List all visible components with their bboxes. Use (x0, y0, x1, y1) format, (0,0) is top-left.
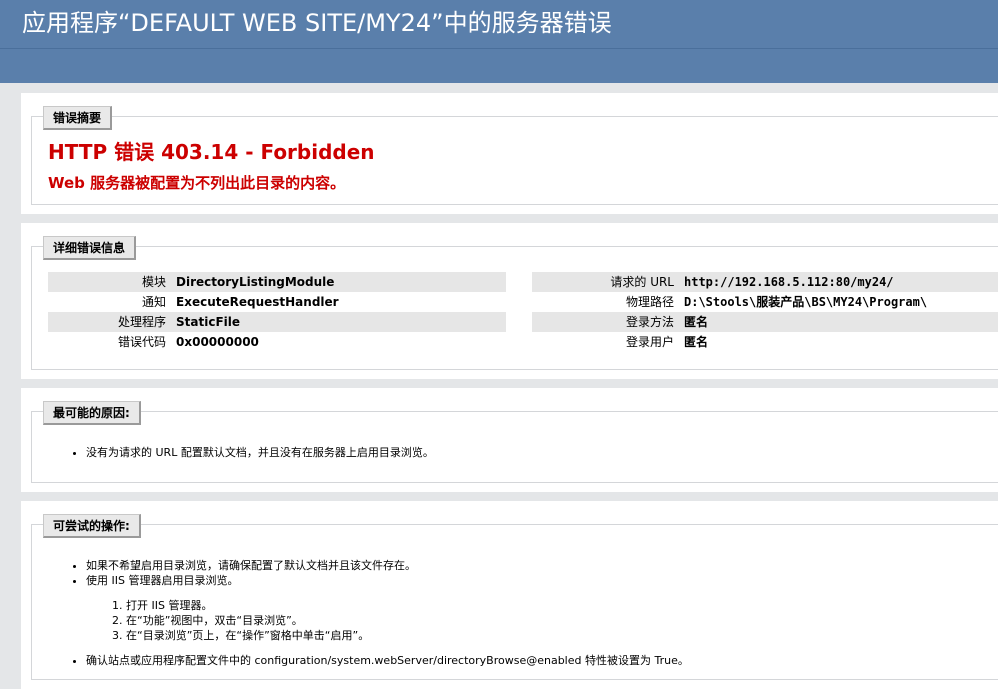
page-title: 应用程序“DEFAULT WEB SITE/MY24”中的服务器错误 (22, 9, 612, 37)
detail-row-logon-method: 登录方法 匿名 (532, 312, 998, 332)
causes-list: 没有为请求的 URL 配置默认文档，并且没有在服务器上启用目录浏览。 (68, 445, 434, 460)
page-header: 应用程序“DEFAULT WEB SITE/MY24”中的服务器错误 (0, 0, 998, 49)
list-item: 使用 IIS 管理器启用目录浏览。 打开 IIS 管理器。 在“功能”视图中，双… (86, 573, 689, 643)
detail-label: 物理路径 (625, 295, 674, 309)
error-details-tab: 详细错误信息 (43, 236, 137, 260)
detail-label: 处理程序 (117, 315, 166, 329)
detail-row-handler: 处理程序 StaticFile (48, 312, 506, 332)
detail-row-logon-user: 登录用户 匿名 (532, 332, 998, 352)
detail-value: StaticFile (176, 315, 241, 329)
detail-label: 登录方法 (625, 315, 674, 329)
error-details-panel: 详细错误信息 模块 DirectoryListingModule 通知 Exec… (21, 223, 998, 379)
step-item: 在“目录浏览”页上，在“操作”窗格中单击“启用”。 (126, 628, 689, 643)
details-right-table: 请求的 URL http://192.168.5.112:80/my24/ 物理… (532, 272, 998, 352)
detail-row-physical-path: 物理路径 D:\Stools\服装产品\BS\MY24\Program\ (532, 292, 998, 312)
detail-label: 模块 (141, 275, 166, 289)
things-to-try-panel: 可尝试的操作: 如果不希望启用目录浏览，请确保配置了默认文档并且该文件存在。 使… (21, 501, 998, 689)
list-item-text: 使用 IIS 管理器启用目录浏览。 (86, 574, 239, 587)
actions-list: 如果不希望启用目录浏览，请确保配置了默认文档并且该文件存在。 使用 IIS 管理… (68, 558, 689, 668)
step-item: 打开 IIS 管理器。 (126, 598, 689, 613)
detail-value: 0x00000000 (176, 335, 259, 349)
list-item: 确认站点或应用程序配置文件中的 configuration/system.web… (86, 653, 689, 668)
detail-label: 错误代码 (117, 335, 166, 349)
header-band (0, 49, 998, 83)
likely-causes-tab: 最可能的原因: (43, 401, 141, 425)
detail-value: D:\Stools\服装产品\BS\MY24\Program\ (684, 295, 928, 309)
detail-row-request-url: 请求的 URL http://192.168.5.112:80/my24/ (532, 272, 998, 292)
detail-value: http://192.168.5.112:80/my24/ (684, 275, 894, 289)
step-item: 在“功能”视图中，双击“目录浏览”。 (126, 613, 689, 628)
error-summary-tab: 错误摘要 (43, 106, 113, 130)
steps-list: 打开 IIS 管理器。 在“功能”视图中，双击“目录浏览”。 在“目录浏览”页上… (86, 598, 689, 643)
error-title: HTTP 错误 403.14 - Forbidden (48, 140, 375, 164)
detail-value: 匿名 (684, 335, 709, 349)
content-area: 错误摘要 HTTP 错误 403.14 - Forbidden Web 服务器被… (0, 83, 998, 689)
detail-label: 通知 (141, 295, 166, 309)
detail-row-error-code: 错误代码 0x00000000 (48, 332, 506, 352)
likely-causes-panel: 最可能的原因: 没有为请求的 URL 配置默认文档，并且没有在服务器上启用目录浏… (21, 388, 998, 492)
details-left-table: 模块 DirectoryListingModule 通知 ExecuteRequ… (48, 272, 506, 352)
things-to-try-tab: 可尝试的操作: (43, 514, 141, 538)
detail-row-module: 模块 DirectoryListingModule (48, 272, 506, 292)
detail-value: ExecuteRequestHandler (176, 295, 339, 309)
error-message: Web 服务器被配置为不列出此目录的内容。 (48, 174, 346, 192)
list-item: 如果不希望启用目录浏览，请确保配置了默认文档并且该文件存在。 (86, 558, 689, 573)
detail-label: 请求的 URL (610, 275, 674, 289)
detail-value: 匿名 (684, 315, 709, 329)
detail-value: DirectoryListingModule (176, 275, 335, 289)
error-summary-panel: 错误摘要 HTTP 错误 403.14 - Forbidden Web 服务器被… (21, 93, 998, 214)
detail-row-notification: 通知 ExecuteRequestHandler (48, 292, 506, 312)
list-item: 没有为请求的 URL 配置默认文档，并且没有在服务器上启用目录浏览。 (86, 445, 434, 460)
detail-label: 登录用户 (625, 335, 674, 349)
